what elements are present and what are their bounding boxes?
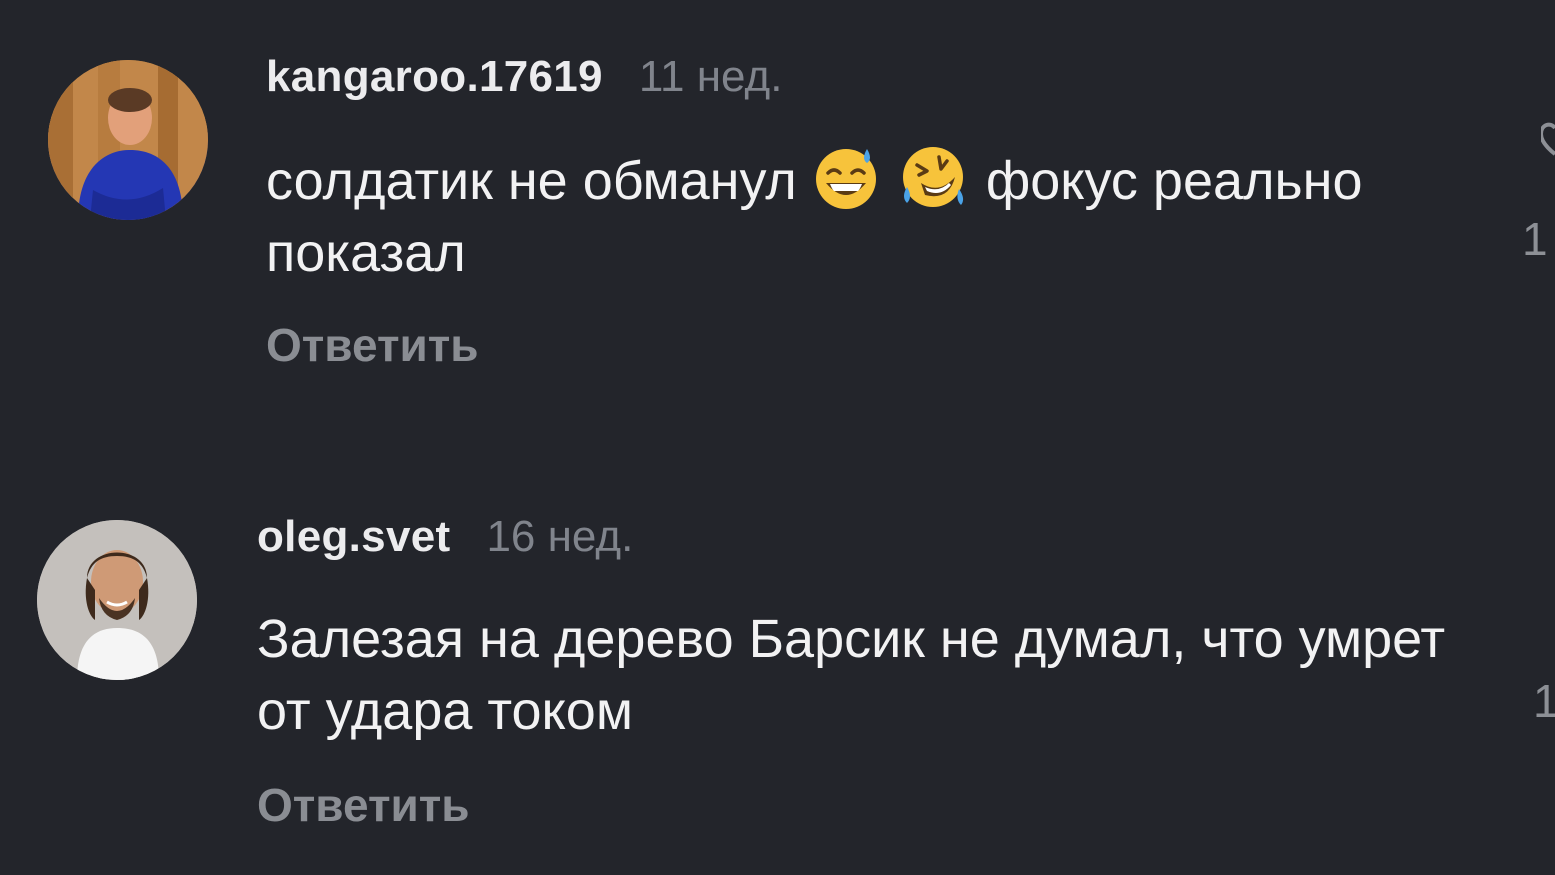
- avatar[interactable]: [48, 60, 208, 220]
- comment-text: солдатик не обманул фокус реально показа…: [266, 143, 1506, 289]
- comment-item: kangaroo.17619 11 нед. солдатик не обман…: [0, 0, 1555, 430]
- comment-item: oleg.svet 16 нед. Залезая на дерево Барс…: [0, 460, 1555, 875]
- rolling-on-floor-laughing-emoji: [902, 147, 963, 207]
- comment-time: 16 нед.: [486, 512, 634, 561]
- avatar-image: [37, 520, 197, 680]
- comment-time: 11 нед.: [638, 52, 783, 101]
- heart-icon[interactable]: [1541, 122, 1555, 162]
- reply-button[interactable]: Ответить: [266, 318, 479, 372]
- avatar-image: [48, 60, 208, 220]
- like-count: 1: [1533, 675, 1555, 727]
- comment-text-part1: солдатик не обманул: [266, 151, 797, 211]
- reply-button[interactable]: Ответить: [257, 778, 470, 832]
- comment-meta: oleg.svet 16 нед.: [257, 512, 633, 562]
- avatar[interactable]: [37, 520, 197, 680]
- comment-text: Залезая на дерево Барсик не думал, что у…: [257, 609, 1446, 741]
- username[interactable]: oleg.svet: [257, 512, 450, 562]
- username[interactable]: kangaroo.17619: [266, 52, 603, 102]
- like-count: 1: [1522, 213, 1548, 265]
- comment-meta: kangaroo.17619 11 нед.: [266, 52, 782, 102]
- grinning-sweat-emoji: [815, 149, 876, 209]
